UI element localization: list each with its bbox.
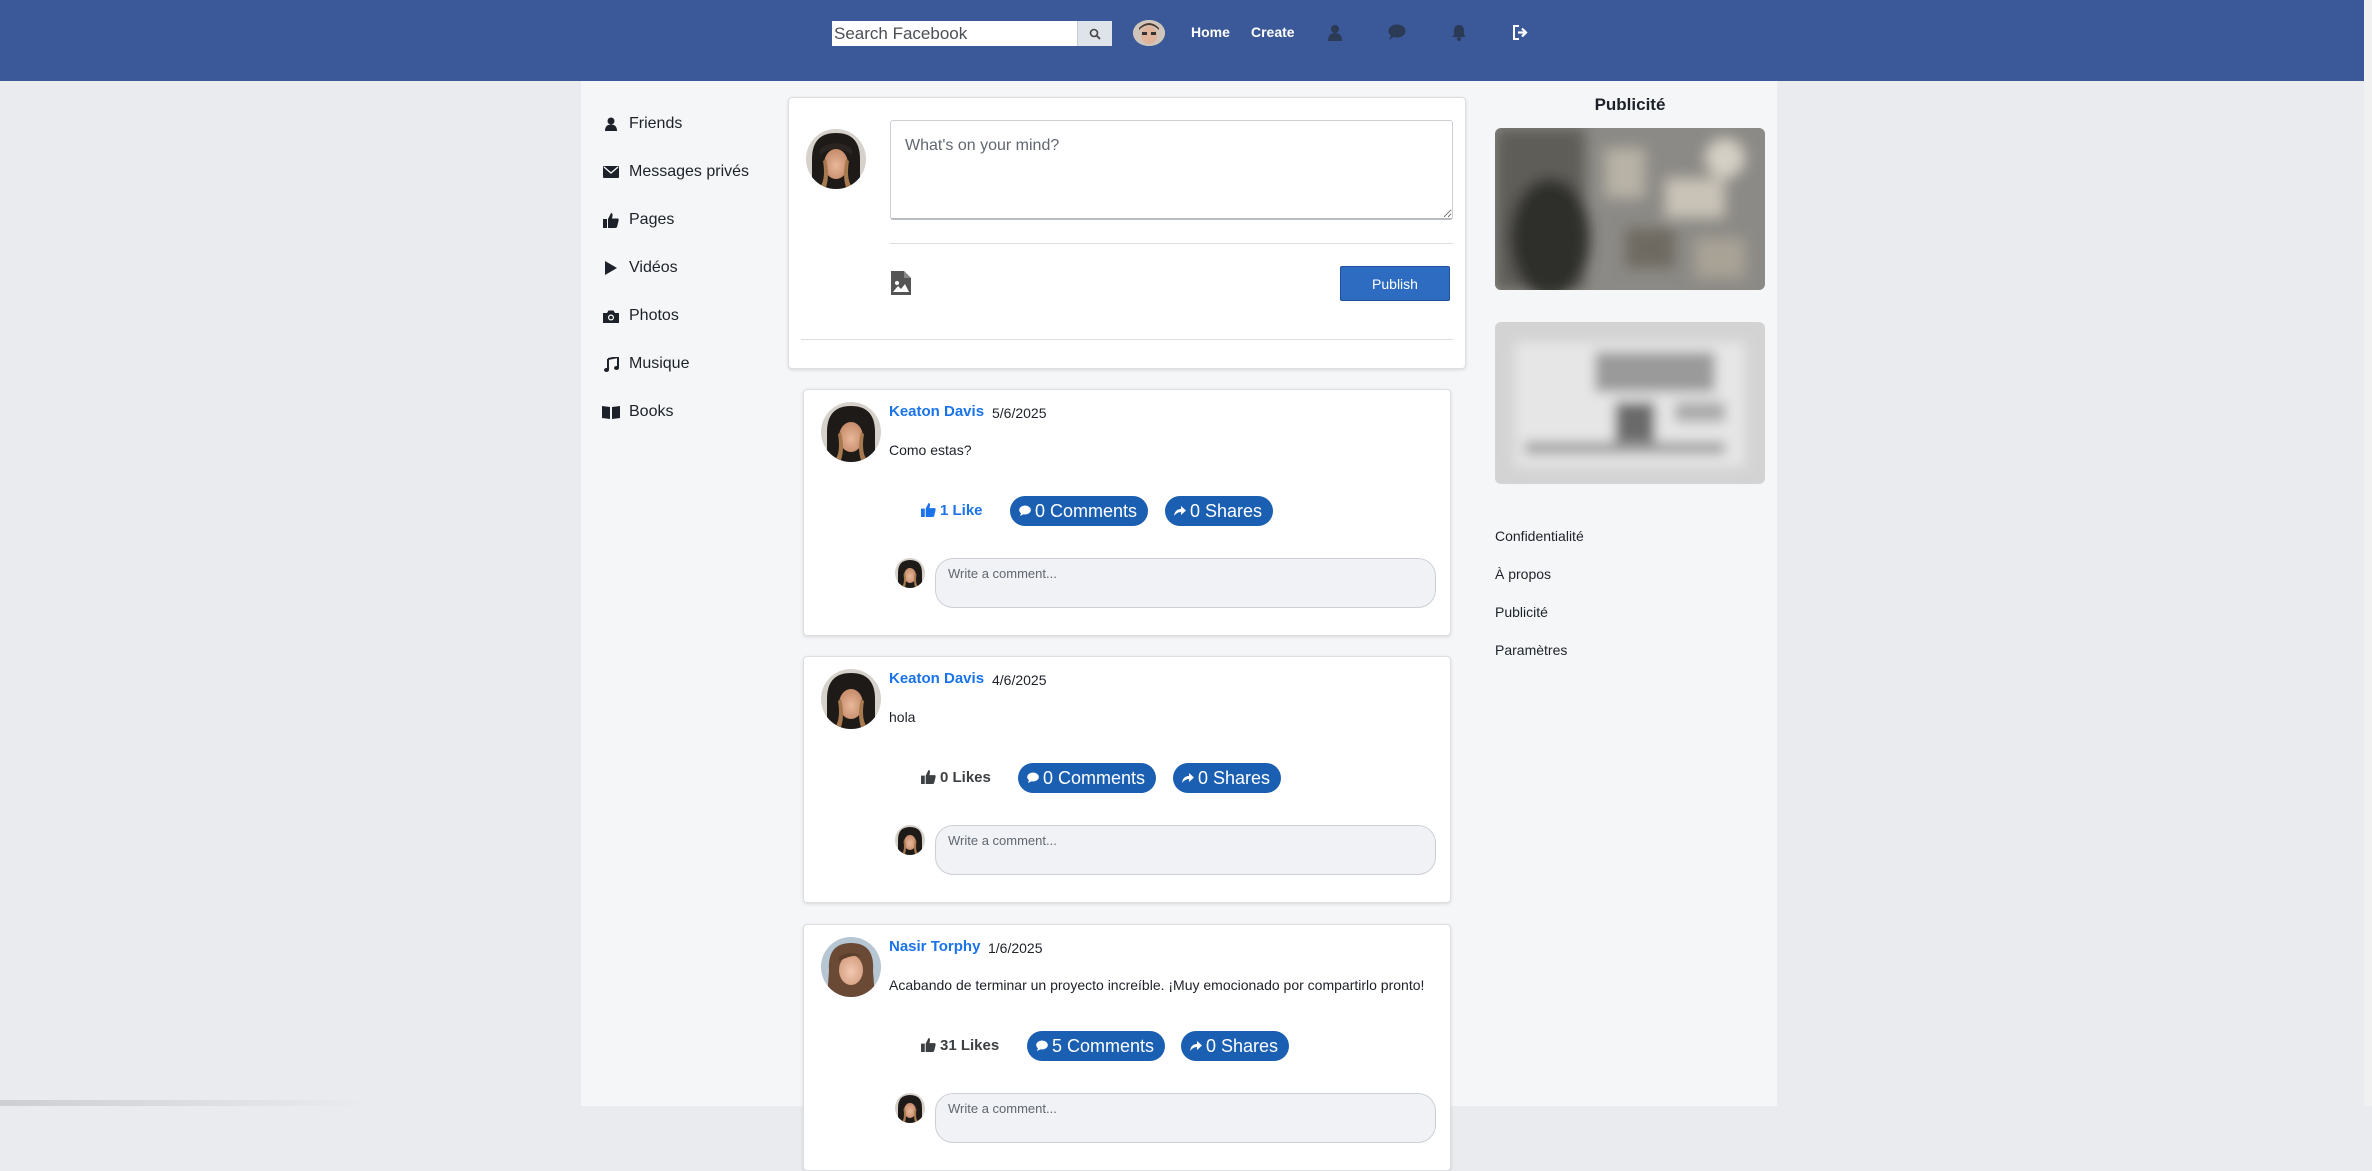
post-card: Keaton Davis 5/6/2025 Como estas? 1 Like… — [803, 389, 1451, 636]
sidebar-item-label: Friends — [629, 115, 683, 132]
comment-icon — [1036, 1040, 1048, 1052]
avatar — [806, 129, 866, 189]
divider — [890, 243, 1453, 244]
comments-button[interactable]: 0 Comments — [1018, 763, 1157, 793]
nav-home-link[interactable]: Home — [1191, 24, 1230, 40]
like-button[interactable]: 0 Likes — [921, 769, 991, 786]
thumbs-up-icon — [921, 770, 936, 785]
share-icon — [1174, 505, 1186, 517]
ad-image[interactable] — [1495, 128, 1765, 290]
avatar — [895, 825, 925, 855]
post-author-avatar[interactable] — [821, 937, 881, 997]
share-count-label: 0 Shares — [1190, 500, 1263, 521]
search-icon — [1089, 28, 1101, 40]
bottom-edge-shadow — [0, 1100, 370, 1106]
post-author-avatar[interactable] — [821, 402, 881, 462]
chat-icon[interactable] — [1386, 21, 1408, 43]
post-date: 5/6/2025 — [992, 405, 1047, 421]
attach-file-icon[interactable] — [890, 270, 912, 296]
sidebar-item-photos[interactable]: Photos — [602, 292, 782, 340]
top-navigation-bar: Home Create — [0, 0, 2364, 81]
page-scrollbar[interactable] — [2364, 0, 2372, 1106]
logout-icon[interactable] — [1510, 21, 1532, 43]
search-button[interactable] — [1077, 21, 1112, 46]
avatar — [895, 558, 925, 588]
comment-count-label: 5 Comments — [1052, 1035, 1155, 1056]
publish-button[interactable]: Publish — [1340, 266, 1450, 301]
comment-icon — [1027, 772, 1039, 784]
sidebar-item-music[interactable]: Musique — [602, 340, 782, 388]
share-count-label: 0 Shares — [1198, 767, 1271, 788]
sidebar-item-label: Messages privés — [629, 163, 750, 180]
footer-links: Confidentialité À propos Publicité Param… — [1495, 528, 1584, 680]
sidebar-item-label: Musique — [629, 355, 690, 372]
footer-link-settings[interactable]: Paramètres — [1495, 642, 1584, 680]
thumbs-up-icon — [921, 503, 936, 518]
user-icon[interactable] — [1324, 21, 1346, 43]
music-icon — [602, 355, 620, 373]
post-author-avatar[interactable] — [821, 669, 881, 729]
share-icon — [1190, 1040, 1202, 1052]
like-button[interactable]: 31 Likes — [921, 1037, 999, 1054]
search-box — [832, 21, 1112, 46]
post-card: Nasir Torphy 1/6/2025 Acabando de termin… — [803, 924, 1451, 1171]
comment-icon — [1019, 505, 1031, 517]
like-button[interactable]: 1 Like — [921, 502, 983, 519]
nav-create-link[interactable]: Create — [1251, 24, 1295, 40]
envelope-icon — [602, 163, 620, 181]
post-date: 1/6/2025 — [988, 940, 1043, 956]
shares-button[interactable]: 0 Shares — [1165, 496, 1274, 526]
avatar — [895, 1093, 925, 1123]
book-icon — [602, 403, 620, 421]
comments-button[interactable]: 5 Comments — [1027, 1031, 1166, 1061]
post-text: Acabando de terminar un proyecto increíb… — [889, 977, 1425, 993]
sidebar-item-friends[interactable]: Friends — [602, 100, 782, 148]
user-icon — [602, 115, 620, 133]
footer-link-about[interactable]: À propos — [1495, 566, 1584, 604]
post-author-name[interactable]: Nasir Torphy — [889, 938, 980, 955]
footer-link-privacy[interactable]: Confidentialité — [1495, 528, 1584, 566]
bell-icon[interactable] — [1448, 21, 1470, 43]
search-input[interactable] — [832, 21, 1077, 46]
shares-button[interactable]: 0 Shares — [1173, 763, 1282, 793]
thumbs-up-icon — [602, 211, 620, 229]
footer-link-advertising[interactable]: Publicité — [1495, 604, 1584, 642]
post-author-name[interactable]: Keaton Davis — [889, 670, 984, 687]
post-composer: Publish — [788, 97, 1466, 369]
share-count-label: 0 Shares — [1206, 1035, 1279, 1056]
like-count-label: 1 Like — [940, 502, 983, 519]
sidebar-item-label: Vidéos — [629, 259, 678, 276]
post-card: Keaton Davis 4/6/2025 hola 0 Likes 0 Com… — [803, 656, 1451, 903]
sidebar-item-messages[interactable]: Messages privés — [602, 148, 782, 196]
sidebar-item-books[interactable]: Books — [602, 388, 782, 436]
sidebar-item-videos[interactable]: Vidéos — [602, 244, 782, 292]
profile-avatar[interactable] — [1133, 20, 1165, 46]
shares-button[interactable]: 0 Shares — [1181, 1031, 1290, 1061]
sidebar-item-label: Pages — [629, 211, 675, 228]
post-date: 4/6/2025 — [992, 672, 1047, 688]
comment-input[interactable] — [935, 1093, 1436, 1143]
sidebar-item-pages[interactable]: Pages — [602, 196, 782, 244]
camera-icon — [602, 307, 620, 325]
comment-count-label: 0 Comments — [1043, 767, 1146, 788]
post-text: Como estas? — [889, 442, 972, 458]
post-author-name[interactable]: Keaton Davis — [889, 403, 984, 420]
divider — [801, 339, 1453, 340]
share-icon — [1182, 772, 1194, 784]
ads-title: Publicité — [1594, 95, 1666, 114]
thumbs-up-icon — [921, 1038, 936, 1053]
comment-input[interactable] — [935, 558, 1436, 608]
like-count-label: 31 Likes — [940, 1037, 1000, 1054]
sidebar-item-label: Photos — [629, 307, 679, 324]
like-count-label: 0 Likes — [940, 769, 991, 786]
comment-input[interactable] — [935, 825, 1436, 875]
ad-image[interactable] — [1495, 322, 1765, 484]
play-icon — [602, 259, 620, 277]
sidebar-item-label: Books — [629, 403, 674, 420]
post-text-input[interactable] — [890, 120, 1453, 220]
comments-button[interactable]: 0 Comments — [1010, 496, 1149, 526]
comment-count-label: 0 Comments — [1035, 500, 1138, 521]
post-text: hola — [889, 709, 916, 725]
left-sidebar: Friends Messages privés Pages Vidéos Pho… — [602, 100, 782, 436]
